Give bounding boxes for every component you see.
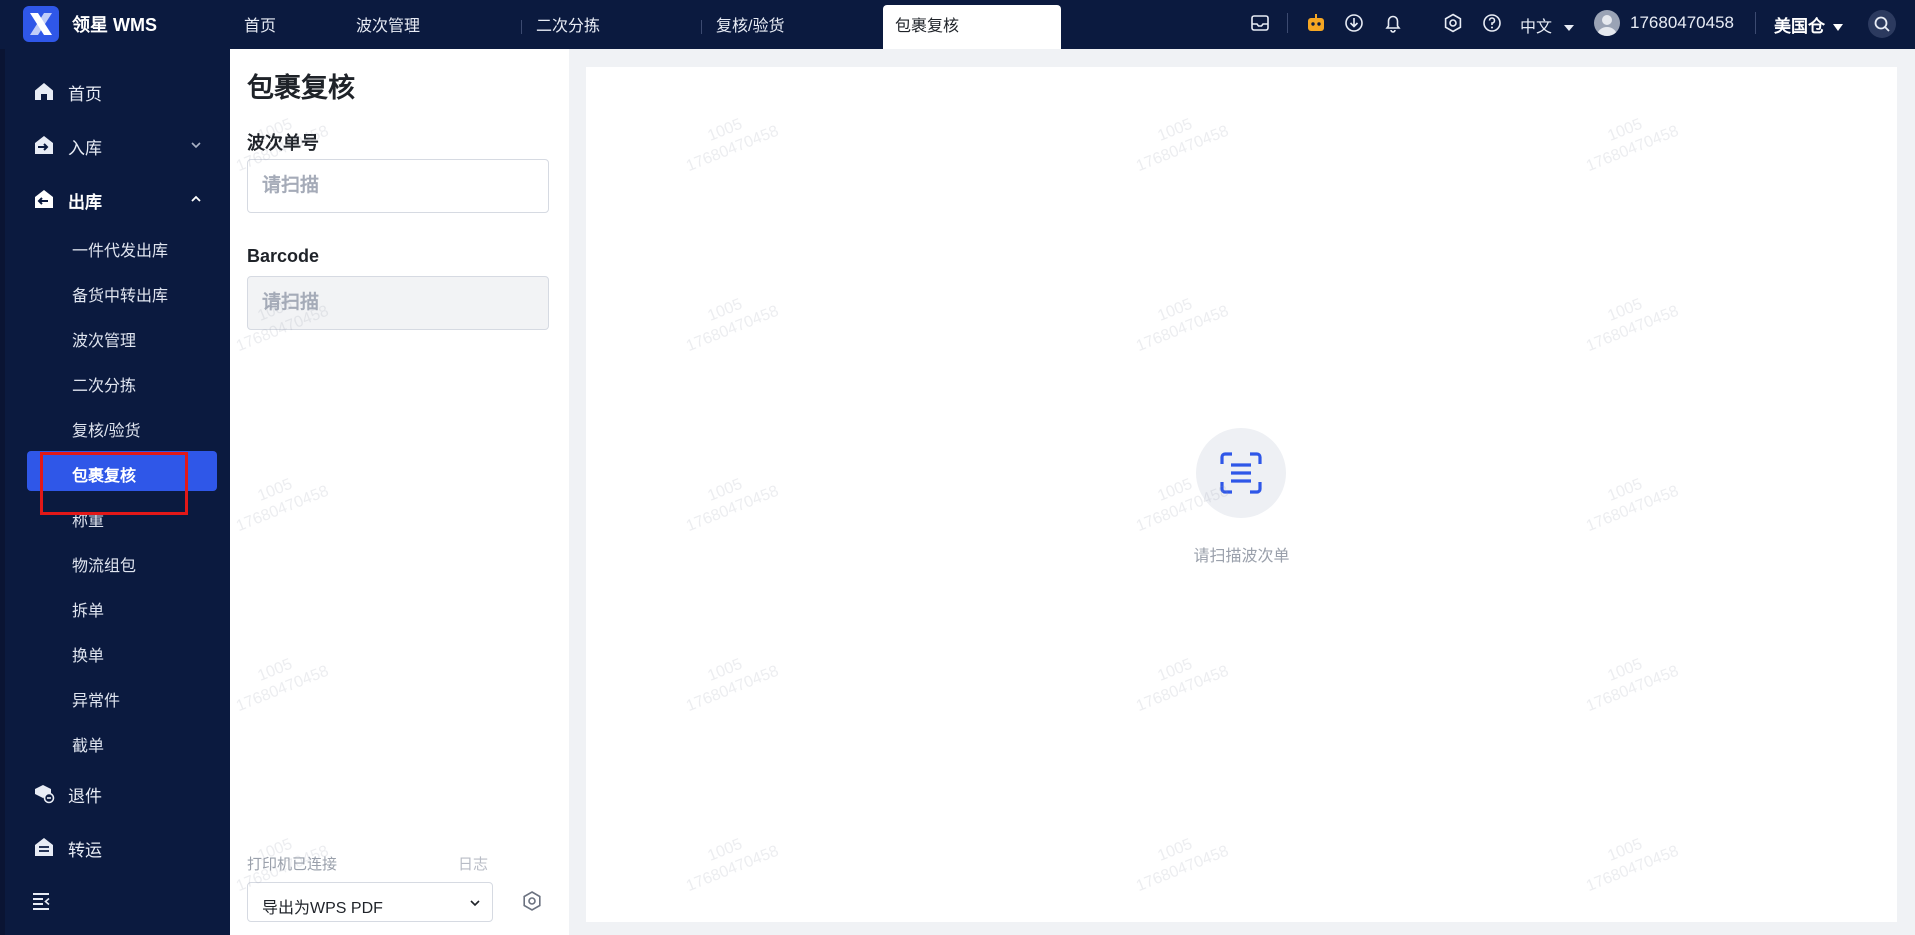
sidebar-item-label: 入库 — [68, 139, 102, 158]
tab-label: 复核/验货 — [716, 18, 785, 35]
language-label: 中文 — [1520, 19, 1553, 36]
printer-status: 打印机已连接 — [247, 856, 338, 873]
sidebar-item-home[interactable]: 首页 — [5, 66, 230, 116]
search-button[interactable] — [1868, 10, 1896, 38]
sidebar-item-split-order[interactable]: 拆单 — [27, 586, 217, 626]
caret-down-icon — [1832, 24, 1843, 32]
sidebar-item-transfer[interactable]: 转运 — [5, 822, 230, 872]
transfer-icon — [35, 838, 53, 856]
bell-icon[interactable] — [1382, 12, 1404, 34]
chevron-down-icon — [191, 142, 201, 149]
tab-wave-management[interactable]: 波次管理 — [344, 5, 522, 49]
tab-label: 波次管理 — [356, 18, 421, 35]
tab-label: 二次分拣 — [536, 18, 601, 35]
menu-collapse-icon[interactable] — [30, 890, 52, 912]
page-title: 包裹复核 — [247, 73, 355, 103]
tab-review-inspection[interactable]: 复核/验货 — [704, 5, 882, 49]
sidebar-item-exceptions[interactable]: 异常件 — [27, 676, 217, 716]
home-icon — [35, 83, 53, 100]
barcode-label: Barcode — [247, 246, 320, 266]
outbound-icon — [35, 190, 53, 208]
printer-select[interactable]: 导出为WPS PDF — [247, 882, 493, 922]
chevron-up-icon — [191, 195, 201, 202]
avatar[interactable] — [1594, 10, 1620, 36]
sidebar-item-dropship-outbound[interactable]: 一件代发出库 — [27, 226, 217, 266]
inbox-icon[interactable] — [1249, 12, 1271, 34]
scan-panel: 包裹复核 波次单号 Barcode 打印机已连接 日志 导出为WPS PDF — [230, 49, 569, 935]
logo-icon[interactable] — [23, 6, 59, 42]
tab-secondary-sorting[interactable]: 二次分拣 — [524, 5, 702, 49]
sidebar-item-label: 备货中转出库 — [72, 288, 169, 305]
main-content: 请扫描波次单 — [586, 67, 1897, 922]
tab-label: 包裹复核 — [895, 18, 960, 35]
settings-icon[interactable] — [1442, 12, 1464, 34]
warehouse-selector[interactable]: 美国仓 — [1774, 12, 1843, 37]
sidebar-item-intercept[interactable]: 截单 — [27, 721, 217, 761]
sidebar-item-label: 一件代发出库 — [72, 243, 169, 260]
sidebar-item-label: 截单 — [72, 738, 105, 755]
chevron-down-icon — [470, 900, 480, 907]
highlight-box — [40, 452, 188, 515]
warehouse-label: 美国仓 — [1774, 17, 1825, 36]
log-link[interactable]: 日志 — [458, 853, 488, 874]
sidebar-item-label: 波次管理 — [72, 333, 137, 350]
app-name: 领星 WMS — [72, 15, 157, 35]
sidebar-item-logistics-packing[interactable]: 物流组包 — [27, 541, 217, 581]
scan-icon — [1220, 452, 1262, 494]
empty-state-text: 请扫描波次单 — [1193, 548, 1290, 565]
sidebar-item-review-inspection[interactable]: 复核/验货 — [27, 406, 217, 446]
tab-label: 首页 — [244, 18, 277, 35]
user-account[interactable]: 17680470458 — [1630, 13, 1734, 33]
search-icon — [1874, 16, 1890, 32]
sidebar-item-label: 拆单 — [72, 603, 105, 620]
inbound-icon — [35, 136, 53, 154]
sidebar-item-label: 异常件 — [72, 693, 121, 710]
wave-number-label: 波次单号 — [247, 133, 319, 153]
sidebar-item-outbound[interactable]: 出库 — [5, 174, 230, 224]
sidebar-item-inbound[interactable]: 入库 — [5, 120, 230, 170]
scan-illustration — [1196, 428, 1286, 518]
caret-down-icon — [1564, 24, 1575, 31]
printer-settings-icon[interactable] — [520, 889, 544, 913]
barcode-input[interactable] — [247, 276, 549, 330]
download-icon[interactable] — [1343, 12, 1365, 34]
sidebar-item-stock-transfer-outbound[interactable]: 备货中转出库 — [27, 271, 217, 311]
help-icon[interactable] — [1481, 12, 1503, 34]
printer-select-value: 导出为WPS PDF — [262, 900, 383, 917]
top-bar: 领星 WMS 首页 波次管理 二次分拣 复核/验货 包裹复核 中文 176804… — [0, 0, 1915, 49]
sidebar-item-returns[interactable]: 退件 — [5, 768, 230, 818]
language-selector[interactable]: 中文 — [1520, 13, 1575, 37]
sidebar-item-label: 出库 — [68, 193, 102, 212]
sidebar-item-label: 物流组包 — [72, 558, 137, 575]
sidebar-item-wave-management[interactable]: 波次管理 — [27, 316, 217, 356]
sidebar-item-label: 复核/验货 — [72, 423, 141, 440]
sidebar-item-label: 首页 — [68, 85, 102, 104]
sidebar-item-label: 退件 — [68, 787, 102, 806]
returns-icon — [35, 785, 55, 804]
robot-icon[interactable] — [1305, 12, 1327, 34]
sidebar-item-secondary-sorting[interactable]: 二次分拣 — [27, 361, 217, 401]
sidebar-item-change-label[interactable]: 换单 — [27, 631, 217, 671]
sidebar-item-label: 二次分拣 — [72, 378, 137, 395]
sidebar-item-label: 换单 — [72, 648, 105, 665]
wave-number-input[interactable] — [247, 159, 549, 213]
tab-package-review[interactable]: 包裹复核 — [883, 5, 1061, 49]
sidebar-item-label: 转运 — [68, 841, 102, 860]
